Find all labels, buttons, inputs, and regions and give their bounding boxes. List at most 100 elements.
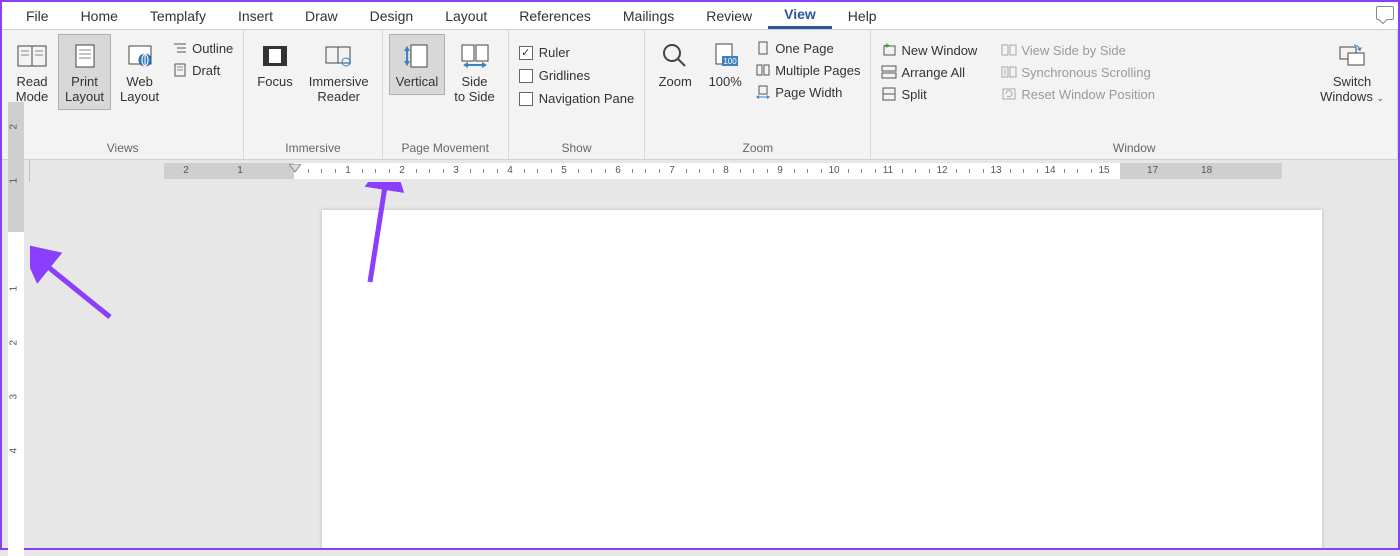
document-canvas[interactable] <box>30 182 1398 548</box>
web-layout-button[interactable]: Web Layout <box>113 34 166 110</box>
vertical-icon <box>400 39 434 73</box>
one-page-label: One Page <box>775 41 834 56</box>
side-to-side-button[interactable]: Side to Side <box>447 34 501 110</box>
menu-home[interactable]: Home <box>65 4 134 28</box>
arrange-all-button[interactable]: Arrange All <box>877 62 981 82</box>
vertical-ruler[interactable]: 211234 <box>2 182 30 548</box>
draft-button[interactable]: Draft <box>168 60 237 80</box>
group-views-label: Views <box>8 139 237 157</box>
reset-window-position-label: Reset Window Position <box>1021 87 1155 102</box>
one-page-icon <box>755 40 771 56</box>
navigation-pane-checkbox[interactable]: Navigation Pane <box>515 88 638 109</box>
new-window-label: New Window <box>901 43 977 58</box>
menu-layout[interactable]: Layout <box>429 4 503 28</box>
page[interactable] <box>322 210 1322 548</box>
outline-label: Outline <box>192 41 233 56</box>
split-icon <box>881 86 897 102</box>
switch-windows-label: Switch Windows ⌄ <box>1320 75 1384 105</box>
draft-icon <box>172 62 188 78</box>
group-immersive-label: Immersive <box>250 139 375 157</box>
ruler-checkbox[interactable]: ✓ Ruler <box>515 42 638 63</box>
immersive-reader-button[interactable]: Immersive Reader <box>302 34 376 110</box>
group-page-movement-label: Page Movement <box>389 139 502 157</box>
comments-icon[interactable] <box>1376 6 1394 20</box>
draft-label: Draft <box>192 63 220 78</box>
menu-insert[interactable]: Insert <box>222 4 289 28</box>
arrange-all-icon <box>881 64 897 80</box>
menu-view[interactable]: View <box>768 2 832 29</box>
immersive-reader-label: Immersive Reader <box>309 75 369 105</box>
web-layout-label: Web Layout <box>120 75 159 105</box>
menu-review[interactable]: Review <box>690 4 768 28</box>
menu-templafy[interactable]: Templafy <box>134 4 222 28</box>
menu-draw[interactable]: Draw <box>289 4 354 28</box>
group-zoom-label: Zoom <box>651 139 864 157</box>
multiple-pages-label: Multiple Pages <box>775 63 860 78</box>
view-side-by-side-label: View Side by Side <box>1021 43 1126 58</box>
focus-button[interactable]: Focus <box>250 34 299 95</box>
group-window-label: Window <box>877 139 1391 157</box>
synchronous-scrolling-button: Synchronous Scrolling <box>997 62 1159 82</box>
one-page-button[interactable]: One Page <box>751 38 864 58</box>
gridlines-checkbox[interactable]: Gridlines <box>515 65 638 86</box>
zoom-button[interactable]: Zoom <box>651 34 699 95</box>
switch-windows-icon <box>1335 39 1369 73</box>
new-window-button[interactable]: + New Window <box>877 40 981 60</box>
print-layout-label: Print Layout <box>65 75 104 105</box>
ribbon: Read Mode Print Layout Web Layout Outlin… <box>2 30 1398 160</box>
focus-label: Focus <box>257 75 292 90</box>
group-immersive: Focus Immersive Reader Immersive <box>244 30 382 159</box>
page-width-icon <box>755 84 771 100</box>
vertical-button[interactable]: Vertical <box>389 34 446 95</box>
group-zoom: Zoom 100 100% One Page Multiple Pages Pa… <box>645 30 871 159</box>
checkbox-icon <box>519 69 533 83</box>
horizontal-ruler[interactable]: 211234567891011121314151718 <box>30 160 1398 182</box>
outline-icon <box>172 40 188 56</box>
chevron-down-icon: ⌄ <box>1376 93 1384 103</box>
split-label: Split <box>901 87 926 102</box>
print-layout-icon <box>68 39 102 73</box>
gridlines-label: Gridlines <box>539 68 590 83</box>
multiple-pages-button[interactable]: Multiple Pages <box>751 60 864 80</box>
side-to-side-label: Side to Side <box>454 75 494 105</box>
focus-icon <box>258 39 292 73</box>
reset-window-position-button: Reset Window Position <box>997 84 1159 104</box>
vertical-label: Vertical <box>396 75 439 90</box>
immersive-reader-icon <box>322 39 356 73</box>
print-layout-button[interactable]: Print Layout <box>58 34 111 110</box>
synchronous-scrolling-icon <box>1001 64 1017 80</box>
zoom-icon <box>658 39 692 73</box>
menu-file[interactable]: File <box>10 4 65 28</box>
menu-bar: File Home Templafy Insert Draw Design La… <box>2 2 1398 30</box>
web-layout-icon <box>123 39 157 73</box>
menu-references[interactable]: References <box>503 4 607 28</box>
ruler-area: 211234567891011121314151718 <box>2 160 1398 182</box>
page-width-label: Page Width <box>775 85 842 100</box>
checkbox-icon: ✓ <box>519 46 533 60</box>
svg-text:+: + <box>884 43 890 52</box>
group-show-label: Show <box>515 139 638 157</box>
menu-mailings[interactable]: Mailings <box>607 4 690 28</box>
menu-design[interactable]: Design <box>354 4 430 28</box>
group-page-movement: Vertical Side to Side Page Movement <box>383 30 509 159</box>
page-width-button[interactable]: Page Width <box>751 82 864 102</box>
side-to-side-icon <box>458 39 492 73</box>
zoom-100-label: 100% <box>709 75 742 90</box>
switch-windows-button[interactable]: Switch Windows ⌄ <box>1313 34 1391 110</box>
read-mode-button[interactable]: Read Mode <box>8 34 56 110</box>
outline-button[interactable]: Outline <box>168 38 237 58</box>
view-side-by-side-icon <box>1001 42 1017 58</box>
zoom-100-icon: 100 <box>708 39 742 73</box>
navigation-pane-label: Navigation Pane <box>539 91 634 106</box>
ruler-label: Ruler <box>539 45 570 60</box>
read-mode-icon <box>15 39 49 73</box>
svg-text:100: 100 <box>724 57 738 66</box>
zoom-100-button[interactable]: 100 100% <box>701 34 749 95</box>
multiple-pages-icon <box>755 62 771 78</box>
zoom-label: Zoom <box>659 75 692 90</box>
synchronous-scrolling-label: Synchronous Scrolling <box>1021 65 1150 80</box>
group-show: ✓ Ruler Gridlines Navigation Pane Show <box>509 30 645 159</box>
arrange-all-label: Arrange All <box>901 65 965 80</box>
menu-help[interactable]: Help <box>832 4 893 28</box>
split-button[interactable]: Split <box>877 84 981 104</box>
